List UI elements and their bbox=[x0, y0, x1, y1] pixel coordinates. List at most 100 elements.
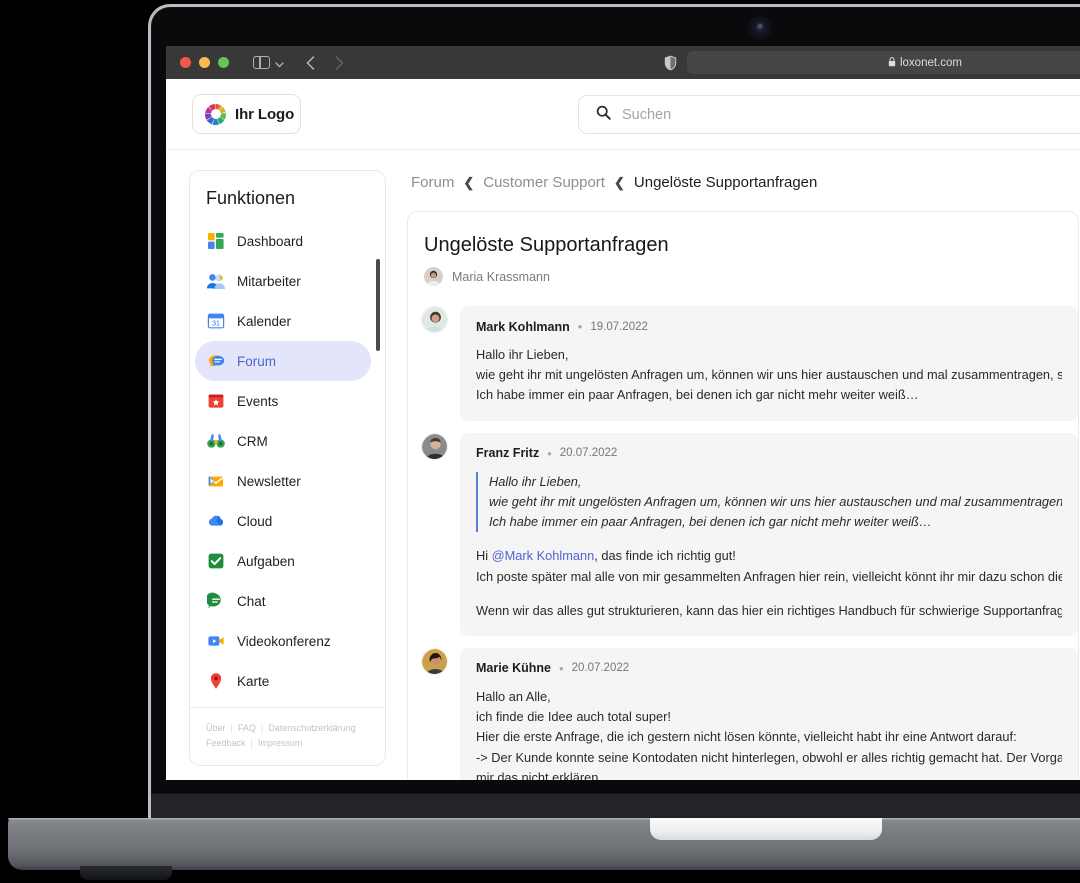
sidebar-toggle-icon bbox=[253, 56, 270, 69]
avatar[interactable] bbox=[421, 647, 448, 675]
forward-button[interactable] bbox=[335, 55, 344, 70]
calendar-icon: 31 bbox=[207, 312, 225, 330]
sidebar-item-karte[interactable]: Karte bbox=[195, 661, 371, 701]
browser-window: loxonet.com Ihr Logo Suchen Funktionen D… bbox=[166, 46, 1080, 780]
sidebar-item-label: Dashboard bbox=[237, 233, 304, 249]
footer-separator: | bbox=[260, 723, 264, 734]
user-mention-link[interactable]: @Mark Kohlmann bbox=[492, 548, 595, 563]
sidebar-item-kalender[interactable]: 31 Kalender bbox=[195, 301, 371, 341]
minimize-window-button[interactable] bbox=[199, 57, 210, 68]
sidebar-item-label: Kalender bbox=[237, 313, 292, 329]
people-icon bbox=[207, 272, 225, 290]
map-pin-icon bbox=[207, 672, 225, 690]
sidebar-item-events[interactable]: Events bbox=[195, 381, 371, 421]
close-window-button[interactable] bbox=[180, 57, 191, 68]
avatar[interactable] bbox=[421, 432, 448, 460]
footer-separator: | bbox=[250, 738, 253, 749]
chevron-left-icon bbox=[306, 55, 315, 70]
lock-icon bbox=[888, 56, 896, 69]
sidebar-scrollbar-thumb[interactable] bbox=[376, 259, 380, 351]
sidebar-item-label: Chat bbox=[237, 593, 266, 609]
maximize-window-button[interactable] bbox=[218, 57, 229, 68]
laptop-base-notch bbox=[650, 818, 882, 840]
thread-author: Maria Krassmann bbox=[424, 267, 1078, 286]
footer-link-datenschutz[interactable]: Datenschutzerklärung bbox=[268, 723, 356, 733]
footer-link-impressum[interactable]: Impressum bbox=[258, 738, 303, 748]
sidebar-item-cloud[interactable]: Cloud bbox=[195, 501, 371, 541]
svg-text:31: 31 bbox=[212, 320, 220, 327]
screenshot-stage: loxonet.com Ihr Logo Suchen Funktionen D… bbox=[0, 0, 1080, 883]
breadcrumb-item-current: Ungelöste Supportanfragen bbox=[633, 174, 818, 191]
laptop-base bbox=[8, 818, 1080, 870]
back-button[interactable] bbox=[306, 55, 315, 70]
cloud-icon bbox=[207, 512, 225, 530]
sidebar-item-dashboard[interactable]: Dashboard bbox=[195, 221, 371, 261]
sidebar-item-aufgaben[interactable]: Aufgaben bbox=[195, 541, 371, 581]
mail-icon bbox=[207, 472, 225, 490]
breadcrumb: Forum ❮ Customer Support ❮ Ungelöste Sup… bbox=[407, 170, 1080, 211]
search-input[interactable]: Suchen bbox=[578, 95, 1080, 134]
shield-icon[interactable] bbox=[664, 55, 677, 71]
chat-bubble-icon bbox=[205, 592, 225, 610]
sidebar-title: Funktionen bbox=[206, 188, 296, 208]
sidebar-item-newsletter[interactable]: Newsletter bbox=[195, 461, 371, 501]
post-item: Franz Fritz • 20.07.2022 Hallo ihr Liebe… bbox=[408, 421, 1078, 636]
footer-link-uber[interactable]: Über bbox=[206, 723, 226, 733]
sidebar-footer: Über | FAQ | Datenschutzerklärung Feedback | I… bbox=[190, 707, 385, 765]
binoculars-icon bbox=[207, 432, 225, 450]
post-text: Hallo an Alle, ich finde die Idee auch t… bbox=[476, 688, 1062, 780]
footer-links-row-2: Feedback | Impressum bbox=[206, 736, 371, 751]
post-author[interactable]: Franz Fritz bbox=[476, 446, 539, 460]
sidebar-item-mitarbeiter[interactable]: Mitarbeiter bbox=[195, 261, 371, 301]
ring-logo-icon bbox=[205, 103, 226, 125]
url-text: loxonet.com bbox=[899, 56, 962, 69]
breadcrumb-item-customer-support[interactable]: Customer Support bbox=[483, 174, 605, 191]
post-quote: Hallo ihr Lieben, wie geht ihr mit ungel… bbox=[476, 471, 1062, 533]
post-body: Mark Kohlmann • 19.07.2022 Hallo ihr Lie… bbox=[460, 306, 1078, 421]
sidebar: Funktionen Dashboard Mitarbeiter 31 Kale… bbox=[189, 170, 386, 766]
post-meta-bullet: • bbox=[559, 660, 564, 676]
sidebar-item-crm[interactable]: CRM bbox=[195, 421, 371, 461]
sidebar-item-videokonferenz[interactable]: Videokonferenz bbox=[195, 621, 371, 661]
sidebar-item-label: Videokonferenz bbox=[237, 633, 331, 649]
post-body: Franz Fritz • 20.07.2022 Hallo ihr Liebe… bbox=[460, 432, 1078, 636]
post-meta: Franz Fritz • 20.07.2022 bbox=[476, 446, 1062, 461]
browser-nav-arrows[interactable] bbox=[306, 55, 344, 70]
footer-link-feedback[interactable]: Feedback bbox=[206, 738, 246, 748]
address-bar[interactable]: loxonet.com bbox=[687, 51, 1080, 74]
post-author[interactable]: Marie Kühne bbox=[476, 661, 551, 675]
browser-chrome: loxonet.com bbox=[166, 46, 1080, 79]
laptop-foot bbox=[80, 866, 172, 880]
chevron-down-icon bbox=[275, 56, 284, 70]
sidebar-item-label: Karte bbox=[237, 673, 270, 689]
checkbox-icon bbox=[207, 552, 225, 570]
chevron-right-icon bbox=[335, 55, 344, 70]
sidebar-scrollbar[interactable] bbox=[376, 221, 382, 707]
avatar bbox=[424, 267, 443, 286]
sidebar-toggle-button[interactable] bbox=[253, 56, 284, 70]
thread-header: Ungelöste Supportanfragen Maria Krassman… bbox=[408, 234, 1078, 294]
sidebar-item-label: Cloud bbox=[237, 513, 273, 529]
sidebar-item-label: Events bbox=[237, 393, 279, 409]
forum-chat-icon bbox=[207, 352, 225, 370]
avatar[interactable] bbox=[421, 306, 448, 333]
post-author[interactable]: Mark Kohlmann bbox=[476, 320, 570, 334]
sidebar-item-forum[interactable]: Forum bbox=[195, 341, 371, 381]
footer-links-row-1: Über | FAQ | Datenschutzerklärung bbox=[206, 721, 371, 736]
post-item: Marie Kühne • 20.07.2022 Hallo an Alle, … bbox=[408, 636, 1078, 780]
logo-button[interactable]: Ihr Logo bbox=[192, 94, 301, 134]
footer-link-faq[interactable]: FAQ bbox=[238, 723, 256, 733]
window-traffic-lights[interactable] bbox=[180, 57, 229, 68]
sidebar-item-chat[interactable]: Chat bbox=[195, 581, 371, 621]
sidebar-item-label: Mitarbeiter bbox=[237, 273, 301, 289]
logo-text: Ihr Logo bbox=[235, 105, 295, 123]
thread-card: Ungelöste Supportanfragen Maria Krassman… bbox=[407, 211, 1079, 780]
breadcrumb-item-forum[interactable]: Forum bbox=[411, 174, 454, 191]
post-meta: Marie Kühne • 20.07.2022 bbox=[476, 661, 1062, 676]
sidebar-item-label: Aufgaben bbox=[237, 553, 295, 569]
app-header: Ihr Logo Suchen bbox=[166, 79, 1080, 150]
webcam-icon bbox=[756, 23, 764, 31]
post-date: 20.07.2022 bbox=[571, 662, 630, 675]
post-text-secondary: Wenn wir das alles gut strukturieren, ka… bbox=[476, 602, 1062, 618]
post-item: Mark Kohlmann • 19.07.2022 Hallo ihr Lie… bbox=[408, 294, 1078, 421]
